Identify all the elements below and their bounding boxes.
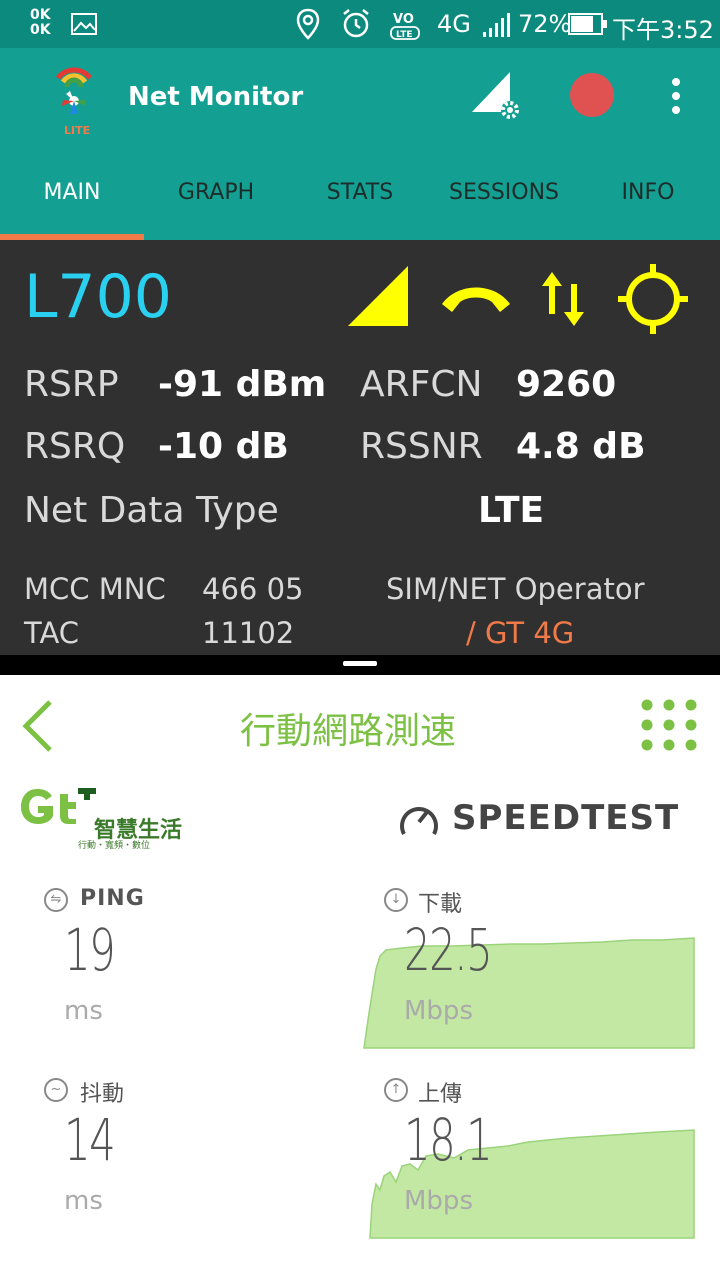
cell-info-panel: L700 RSRP -91 dBm ARFCN 9260 RSRQ -10 dB… [0,240,720,655]
jitter-value: 14 [64,1106,116,1174]
network-type: 4G [437,10,471,38]
app-title: Net Monitor [128,82,304,112]
alarm-icon [343,9,369,38]
status-bar: 0K 0K VO LTE 4G 72% 下午3:52 [0,0,720,48]
ping-label: PING [80,886,145,911]
clock: 下午3:52 [612,16,714,44]
ping-icon: ⇋ [44,888,68,912]
download-icon: ↓ [384,888,408,912]
signal-icon [483,13,510,37]
tab-sessions[interactable]: SESSIONS [432,162,576,224]
signal-settings-icon[interactable] [470,70,524,122]
upload-unit: Mbps [404,1186,473,1216]
ping-unit: ms [64,996,103,1026]
upload-label: 上傳 [418,1082,463,1107]
tab-info[interactable]: INFO [576,162,720,224]
page-title: 行動網路測速 [240,711,457,752]
brand-tagline: 行動・寬頻・數位 [78,841,151,851]
upload-icon: ↑ [384,1078,408,1102]
speedtest-logo: SPEEDTEST [452,798,680,838]
grid-menu-icon[interactable] [640,698,698,752]
battery-percent: 72% [518,10,572,38]
rssnr-label: RSSNR [360,426,483,467]
jitter-icon: ~ [44,1078,68,1102]
tac-label: TAC [24,616,80,650]
jitter-unit: ms [64,1186,103,1216]
record-button[interactable] [570,73,614,117]
rssnr-value: 4.8 dB [516,426,646,467]
app-logo-badge: LITE [64,124,91,137]
call-icon [442,287,510,312]
operator-value: / GT 4G [466,616,575,650]
arfcn-value: 9260 [516,364,617,405]
tab-graph[interactable]: GRAPH [144,162,288,224]
net-data-type-value: LTE [478,490,545,531]
volte-icon: VO LTE [390,12,420,40]
download-label: 下載 [418,892,463,917]
upload-value: 18.1 [404,1106,493,1174]
net-data-type-label: Net Data Type [24,490,279,531]
tac-value: 11102 [202,616,295,650]
rsrp-label: RSRP [24,364,119,405]
more-options-icon[interactable] [668,76,684,116]
speedtest-gauge-icon [400,807,438,835]
jitter-label: 抖動 [80,1082,125,1107]
split-screen-handle[interactable] [343,661,377,666]
svg-text:LTE: LTE [396,30,413,40]
gt-logo-icon [21,788,96,824]
battery-icon [568,13,607,35]
location-target-icon[interactable] [618,264,688,334]
download-unit: Mbps [404,996,473,1026]
image-icon [71,13,97,35]
data-activity-icon [542,272,584,326]
tab-stats[interactable]: STATS [288,162,432,224]
ok-indicator: 0K 0K [30,7,51,38]
back-icon[interactable] [22,700,54,752]
band-label: L700 [24,262,172,332]
signal-strength-icon [348,266,408,326]
tab-main[interactable]: MAIN [0,162,144,224]
rsrq-label: RSRQ [24,426,126,467]
download-value: 22.5 [404,916,493,984]
ping-value: 19 [64,916,116,984]
mcc-mnc-value: 466 05 [202,572,304,606]
rsrq-value: -10 dB [158,426,289,467]
arfcn-label: ARFCN [360,364,483,405]
operator-label: SIM/NET Operator [386,572,645,606]
svg-text:VO: VO [393,12,414,27]
rsrp-value: -91 dBm [158,364,327,405]
mcc-mnc-label: MCC MNC [24,572,166,606]
location-icon [296,8,320,40]
